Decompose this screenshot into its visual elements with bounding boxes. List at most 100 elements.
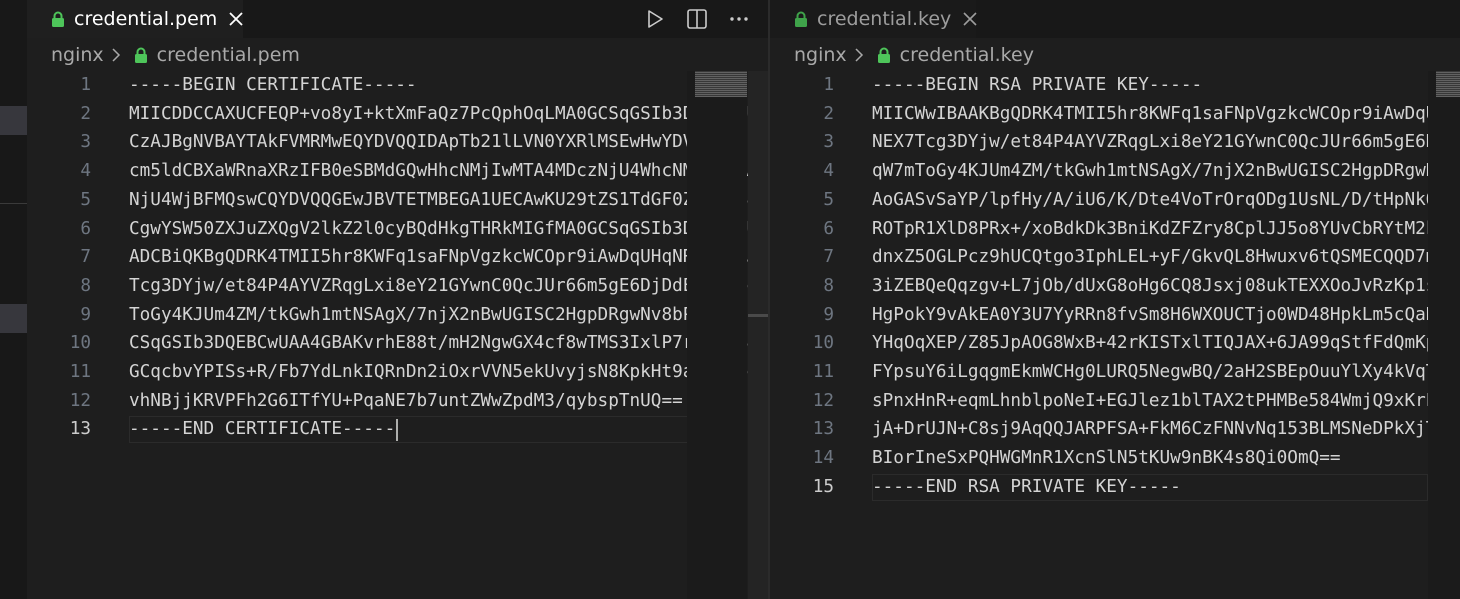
line-text: sPnxHnR+eqmLhnblpoNeI+EGJlez1blTAX2tPHMB… xyxy=(872,390,1460,411)
line-number: 3 xyxy=(823,132,834,153)
line-number: 4 xyxy=(823,161,834,182)
line-text: CgwYSW50ZXJuZXQgV2lkZ2l0cyBQdHkgTHRkMIGf… xyxy=(129,218,768,239)
line-number: 13 xyxy=(812,419,834,440)
line-text: -----BEGIN RSA PRIVATE KEY----- xyxy=(872,75,1203,95)
line-number: 9 xyxy=(80,304,91,325)
code-line[interactable]: 7 dnxZ5OGLPcz9hUCQtgo3IphLEL+yF/GkvQL8Hwu… xyxy=(770,243,1460,272)
line-text: -----END RSA PRIVATE KEY----- xyxy=(872,476,1181,497)
tab-bar: credential.pem xyxy=(27,0,768,38)
tab-label: credential.pem xyxy=(74,8,218,30)
tab-label: credential.key xyxy=(817,8,952,30)
close-icon[interactable] xyxy=(962,11,978,27)
line-text: CSqGSIb3DQEBCwUAA4GBAKvrhE88t/mH2NgwGX4c… xyxy=(129,333,768,354)
code-line[interactable]: 7 ADCBiQKBgQDRK4TMII5hr8KWFq1saFNpVgzkcWC… xyxy=(27,243,768,272)
line-text: HgPokY9vAkEA0Y3U7YyRRn8fvSm8H6WXOUCTjo0W… xyxy=(872,304,1460,325)
lock-icon xyxy=(52,11,64,27)
code-line[interactable]: 4 qW7mToGy4KJUm4ZM/tkGwh1mtNSAgX/7njX2nBw… xyxy=(770,157,1460,186)
code-editor[interactable]: 1 -----BEGIN RSA PRIVATE KEY----- 2 MIICWwI… xyxy=(770,71,1460,599)
line-number: 8 xyxy=(80,275,91,296)
code-line[interactable]: 11 GCqcbvYPISs+R/Fb7YdLnkIQRnDn2iOxrVVN5e… xyxy=(27,358,768,387)
code-line[interactable]: 5 AoGASvSaYP/lpfHy/A/iU6/K/Dte4VoTrOrqODg… xyxy=(770,186,1460,215)
scrollbar-marker xyxy=(748,314,768,317)
code-line[interactable]: 15 -----END RSA PRIVATE KEY----- xyxy=(770,473,1460,502)
code-line[interactable]: 10 YHqOqXEP/Z85JpAOG8WxB+42rKISTxlTIQJAX+… xyxy=(770,329,1460,358)
more-actions-button[interactable] xyxy=(728,8,750,30)
code-line[interactable]: 3 CzAJBgNVBAYTAkFVMRMwEQYDVQQIDApTb21lLVN… xyxy=(27,128,768,157)
code-line[interactable]: 3 NEX7Tcg3DYjw/et84P4AYVZRqgLxi8eY21GYwnC… xyxy=(770,128,1460,157)
line-number: 11 xyxy=(69,362,91,382)
line-number: 13 xyxy=(69,419,91,440)
line-text: -----END CERTIFICATE----- xyxy=(129,419,396,440)
code-line[interactable]: 8 3iZEBQeQqzgv+L7jOb/dUxG8oHg6CQ8Jsxj08uk… xyxy=(770,272,1460,301)
line-number: 11 xyxy=(812,362,834,382)
split-editor-button[interactable] xyxy=(686,8,708,30)
line-number: 1 xyxy=(80,75,91,95)
activity-bar-divider xyxy=(0,203,27,204)
ellipsis-icon xyxy=(730,17,748,21)
tab-bar: credential.key xyxy=(770,0,1460,38)
minimap[interactable] xyxy=(687,71,747,599)
code-line[interactable]: 12 vhNBjjKRVPFh2G6ITfYU+PqaNE7b7untZWwZpd… xyxy=(27,387,768,416)
line-number: 10 xyxy=(812,333,834,354)
play-icon xyxy=(648,10,663,28)
lock-icon xyxy=(795,11,807,27)
code-line[interactable]: 5 NjU4WjBFMQswCQYDVQQGEwJBVTETMBEGA1UECAw… xyxy=(27,186,768,215)
minimap-slider[interactable] xyxy=(695,71,747,97)
line-number: 8 xyxy=(823,275,834,296)
line-number: 15 xyxy=(812,476,834,497)
line-text: vhNBjjKRVPFh2G6ITfYU+PqaNE7b7untZWwZpdM3… xyxy=(129,390,683,411)
code-line[interactable]: 2 MIICWwIBAAKBgQDRK4TMII5hr8KWFq1saFNpVgz… xyxy=(770,100,1460,129)
code-line[interactable]: 6 ROTpR1XlD8PRx+/xoBdkDk3BniKdZFZry8CplJJ… xyxy=(770,215,1460,244)
activity-bar-selection[interactable] xyxy=(0,304,27,333)
vertical-scrollbar[interactable] xyxy=(748,71,768,599)
editor-group-right: credential.key nginx credential.key 1 ---… xyxy=(770,0,1460,599)
line-number: 4 xyxy=(80,161,91,182)
minimap-slider[interactable] xyxy=(1436,71,1460,97)
code-line[interactable]: 6 CgwYSW50ZXJuZXQgV2lkZ2l0cyBQdHkgTHRkMIG… xyxy=(27,215,768,244)
code-line[interactable]: 4 cm5ldCBXaWRnaXRzIFB0eSBMdGQwHhcNMjIwMTA… xyxy=(27,157,768,186)
code-line[interactable]: 2 MIICDDCCAXUCFEQP+vo8yI+ktXmFaQz7PcQphOq… xyxy=(27,100,768,129)
breadcrumb-file[interactable]: credential.key xyxy=(900,44,1034,66)
breadcrumb: nginx credential.pem xyxy=(51,40,300,70)
line-text: ADCBiQKBgQDRK4TMII5hr8KWFq1saFNpVgzkcWCO… xyxy=(129,247,768,268)
activity-bar-selection[interactable] xyxy=(0,106,27,135)
code-line[interactable]: 1 -----BEGIN RSA PRIVATE KEY----- xyxy=(770,71,1460,100)
tab-credential-pem[interactable]: credential.pem xyxy=(27,0,243,38)
breadcrumb-file[interactable]: credential.pem xyxy=(157,44,300,66)
code-line[interactable]: 9 ToGy4KJUm4ZM/tkGwh1mtNSAgX/7njX2nBwUGIS… xyxy=(27,301,768,330)
activity-bar xyxy=(0,0,27,599)
line-number: 14 xyxy=(812,448,834,469)
line-text: -----BEGIN CERTIFICATE----- xyxy=(129,75,417,95)
line-number: 6 xyxy=(80,218,91,239)
code-line[interactable]: 13 jA+DrUJN+C8sj9AqQQJARPFSA+FkM6CzFNNvNq… xyxy=(770,415,1460,444)
breadcrumb-folder[interactable]: nginx xyxy=(51,44,104,66)
code-line[interactable]: 9 HgPokY9vAkEA0Y3U7YyRRn8fvSm8H6WXOUCTjo0… xyxy=(770,301,1460,330)
code-line[interactable]: 12 sPnxHnR+eqmLhnblpoNeI+EGJlez1blTAX2tPH… xyxy=(770,387,1460,416)
lock-icon xyxy=(877,47,890,63)
code-line[interactable]: 8 Tcg3DYjw/et84P4AYVZRqgLxi8eY21GYwnC0QcJ… xyxy=(27,272,768,301)
tab-credential-key[interactable]: credential.key xyxy=(770,0,978,38)
line-number: 7 xyxy=(823,247,834,268)
split-editor-icon xyxy=(687,9,707,29)
lock-icon xyxy=(134,47,147,63)
line-text: 3iZEBQeQqzgv+L7jOb/dUxG8oHg6CQ8Jsxj08ukT… xyxy=(872,275,1460,296)
line-text: cm5ldCBXaWRnaXRzIFB0eSBMdGQwHhcNMjIwMTA4… xyxy=(129,161,768,182)
code-editor[interactable]: 1 -----BEGIN CERTIFICATE----- 2 MIICDDCCAXU… xyxy=(27,71,768,599)
line-number: 1 xyxy=(823,75,834,95)
line-text: MIICDDCCAXUCFEQP+vo8yI+ktXmFaQz7PcQphOqL… xyxy=(129,103,768,124)
run-button[interactable] xyxy=(644,8,666,30)
breadcrumb-folder[interactable]: nginx xyxy=(794,44,847,66)
text-cursor xyxy=(396,419,399,442)
line-text: ROTpR1XlD8PRx+/xoBdkDk3BniKdZFZry8CplJJ5… xyxy=(872,218,1460,239)
line-number: 12 xyxy=(812,390,834,411)
code-line[interactable]: 10 CSqGSIb3DQEBCwUAA4GBAKvrhE88t/mH2NgwGX… xyxy=(27,329,768,358)
close-icon[interactable] xyxy=(228,11,244,27)
code-line[interactable]: 14 BIorIneSxPQHWGMnR1XcnSlN5tKUw9nBK4s8Qi… xyxy=(770,444,1460,473)
line-number: 6 xyxy=(823,218,834,239)
code-line[interactable]: 1 -----BEGIN CERTIFICATE----- xyxy=(27,71,768,100)
code-line[interactable]: 11 FYpsuY6iLgqgmEkmWCHg0LURQ5NegwBQ/2aH2S… xyxy=(770,358,1460,387)
minimap[interactable] xyxy=(1428,71,1460,599)
line-text: qW7mToGy4KJUm4ZM/tkGwh1mtNSAgX/7njX2nBwU… xyxy=(872,161,1460,182)
line-number: 9 xyxy=(823,304,834,325)
line-text: GCqcbvYPISs+R/Fb7YdLnkIQRnDn2iOxrVVN5ekU… xyxy=(129,362,768,382)
